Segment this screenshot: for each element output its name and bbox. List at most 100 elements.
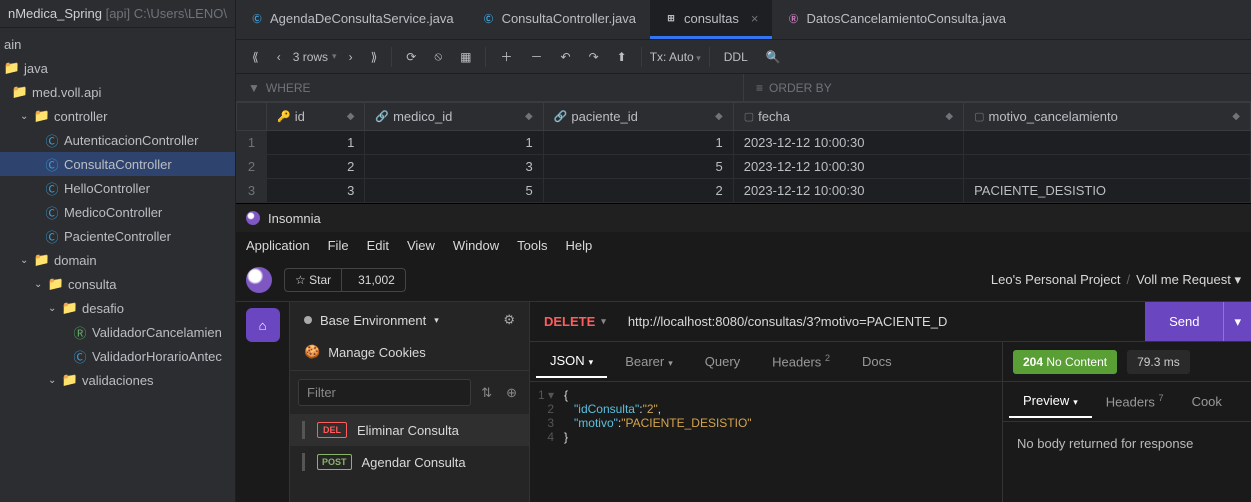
cell-id[interactable]: 3 <box>267 179 365 203</box>
tab-headers[interactable]: Headers 2 <box>758 345 844 377</box>
table-row[interactable]: 11112023-12-12 10:00:30 <box>237 131 1251 155</box>
tab-preview[interactable]: Preview▾ <box>1009 385 1092 418</box>
tab-consulta-controller[interactable]: ⒸConsultaController.java <box>468 0 650 39</box>
tab-json[interactable]: JSON▾ <box>536 345 607 378</box>
cell-id[interactable]: 2 <box>267 155 365 179</box>
where-filter[interactable]: ▼WHERE <box>236 74 744 101</box>
json-body-editor[interactable]: 1 ▾{2 "idConsulta":"2",3 "motivo":"PACIE… <box>530 382 1002 502</box>
tree-item-java[interactable]: 📁java <box>0 56 235 80</box>
cell-fecha[interactable]: 2023-12-12 10:00:30 <box>733 131 963 155</box>
tab-agenda-service[interactable]: ⒸAgendaDeConsultaService.java <box>236 0 468 39</box>
prev-page-icon[interactable]: ‹ <box>271 48 287 66</box>
gear-icon[interactable]: ⚙ <box>503 312 515 328</box>
cell-paciente-id[interactable]: 2 <box>543 179 733 203</box>
breadcrumb[interactable]: Leo's Personal Project/Voll me Request ▾ <box>991 272 1241 288</box>
tree-item-desafio[interactable]: ⌄📁desafio <box>0 296 235 320</box>
filter-input[interactable]: Filter <box>298 379 471 406</box>
code-line[interactable]: "idConsulta":"2", <box>564 402 1002 416</box>
insomnia-logo-icon[interactable] <box>246 267 272 293</box>
tree-item-ain[interactable]: ain <box>0 32 235 56</box>
col-motivo[interactable]: ▢motivo_cancelamiento◆ <box>964 103 1251 131</box>
request-item[interactable]: POSTAgendar Consulta <box>290 446 529 478</box>
menu-tools[interactable]: Tools <box>517 238 547 253</box>
tab-docs[interactable]: Docs <box>848 346 906 377</box>
table-row[interactable]: 33522023-12-12 10:00:30PACIENTE_DESISTIO <box>237 179 1251 203</box>
cell-paciente-id[interactable]: 5 <box>543 155 733 179</box>
tree-item-validador-horario[interactable]: ⒸValidadorHorarioAntec <box>0 344 235 368</box>
orderby-filter[interactable]: ≡ORDER BY <box>744 74 1251 101</box>
tree-item-hello[interactable]: ⒸHelloController <box>0 176 235 200</box>
tree-item-validador-cancel[interactable]: ⓇValidadorCancelamien <box>0 320 235 344</box>
tree-item-controller[interactable]: ⌄📁controller <box>0 104 235 128</box>
environment-selector[interactable]: Base Environment ▾ ⚙ <box>290 302 529 338</box>
tree-item-autenticacion[interactable]: ⒸAutenticacionController <box>0 128 235 152</box>
tab-datos-cancel[interactable]: ⓇDatosCancelamientoConsulta.java <box>772 0 1019 39</box>
commit-icon[interactable]: ⬆ <box>611 48 633 66</box>
tree-item-validaciones[interactable]: ⌄📁validaciones <box>0 368 235 392</box>
send-button[interactable]: Send <box>1145 302 1223 341</box>
col-medico-id[interactable]: 🔗medico_id◆ <box>365 103 543 131</box>
code-line[interactable]: "motivo":"PACIENTE_DESISTIO" <box>564 416 1002 430</box>
tree-item-paciente[interactable]: ⒸPacienteController <box>0 224 235 248</box>
code-line[interactable]: } <box>564 430 1002 444</box>
table-row[interactable]: 22352023-12-12 10:00:30 <box>237 155 1251 179</box>
cell-motivo[interactable]: PACIENTE_DESISTIO <box>964 179 1251 203</box>
cell-medico-id[interactable]: 5 <box>365 179 543 203</box>
cell-motivo[interactable] <box>964 131 1251 155</box>
close-icon[interactable]: × <box>751 11 759 26</box>
sort-icon[interactable]: ◆ <box>525 111 533 122</box>
cell-motivo[interactable] <box>964 155 1251 179</box>
tab-consultas[interactable]: ⊞consultas× <box>650 0 773 39</box>
rows-dropdown[interactable]: 3 rows <box>293 50 337 64</box>
cell-id[interactable]: 1 <box>267 131 365 155</box>
col-fecha[interactable]: ▢fecha◆ <box>733 103 963 131</box>
ddl-button[interactable]: DDL <box>718 48 754 66</box>
method-selector[interactable]: DELETE▾ <box>530 302 620 341</box>
sort-icon[interactable]: ◆ <box>945 111 953 122</box>
tab-resp-headers[interactable]: Headers 7 <box>1092 385 1178 417</box>
first-page-icon[interactable]: ⟪ <box>246 48 265 66</box>
next-page-icon[interactable]: › <box>343 48 359 66</box>
refresh-icon[interactable]: ⟳ <box>400 48 422 66</box>
send-dropdown[interactable]: ▾ <box>1223 302 1251 341</box>
menu-help[interactable]: Help <box>566 238 593 253</box>
tree-item-consulta-controller[interactable]: ⒸConsultaController <box>0 152 235 176</box>
tab-query[interactable]: Query <box>691 346 754 377</box>
submit-icon[interactable]: ↷ <box>583 48 605 66</box>
menu-edit[interactable]: Edit <box>367 238 389 253</box>
col-id[interactable]: 🔑id◆ <box>267 103 365 131</box>
cell-fecha[interactable]: 2023-12-12 10:00:30 <box>733 155 963 179</box>
star-button[interactable]: ☆ Star 31,002 <box>284 268 406 292</box>
last-page-icon[interactable]: ⟫ <box>365 48 384 66</box>
menu-application[interactable]: Application <box>246 238 310 253</box>
tree-item-domain[interactable]: ⌄📁domain <box>0 248 235 272</box>
cell-medico-id[interactable]: 3 <box>365 155 543 179</box>
cell-medico-id[interactable]: 1 <box>365 131 543 155</box>
request-item[interactable]: DELEliminar Consulta <box>290 414 529 446</box>
code-line[interactable]: { <box>564 388 1002 402</box>
cell-paciente-id[interactable]: 1 <box>543 131 733 155</box>
url-input[interactable]: http://localhost:8080/consultas/3?motivo… <box>620 302 1145 341</box>
tree-item-medico[interactable]: ⒸMedicoController <box>0 200 235 224</box>
pin-icon[interactable]: ▦ <box>454 48 477 66</box>
menu-file[interactable]: File <box>328 238 349 253</box>
add-row-icon[interactable]: ＋ <box>494 46 518 67</box>
sort-icon[interactable]: ⇅ <box>477 385 496 401</box>
revert-icon[interactable]: ↶ <box>555 48 577 66</box>
menu-view[interactable]: View <box>407 238 435 253</box>
home-button[interactable]: ⌂ <box>246 308 280 342</box>
col-paciente-id[interactable]: 🔗paciente_id◆ <box>543 103 733 131</box>
sort-icon[interactable]: ◆ <box>1232 111 1240 122</box>
remove-row-icon[interactable]: － <box>525 46 549 67</box>
stop-icon[interactable]: ⦸ <box>428 47 448 66</box>
menu-window[interactable]: Window <box>453 238 499 253</box>
manage-cookies[interactable]: 🍪 Manage Cookies <box>290 338 529 371</box>
tab-bearer[interactable]: Bearer▾ <box>611 346 687 377</box>
tree-item-consulta[interactable]: ⌄📁consulta <box>0 272 235 296</box>
cell-fecha[interactable]: 2023-12-12 10:00:30 <box>733 179 963 203</box>
sort-icon[interactable]: ◆ <box>347 111 355 122</box>
sort-icon[interactable]: ◆ <box>715 111 723 122</box>
search-icon[interactable]: 🔍 <box>760 48 787 66</box>
tree-item-api[interactable]: 📁med.voll.api <box>0 80 235 104</box>
tab-resp-cookies[interactable]: Cook <box>1178 386 1236 417</box>
